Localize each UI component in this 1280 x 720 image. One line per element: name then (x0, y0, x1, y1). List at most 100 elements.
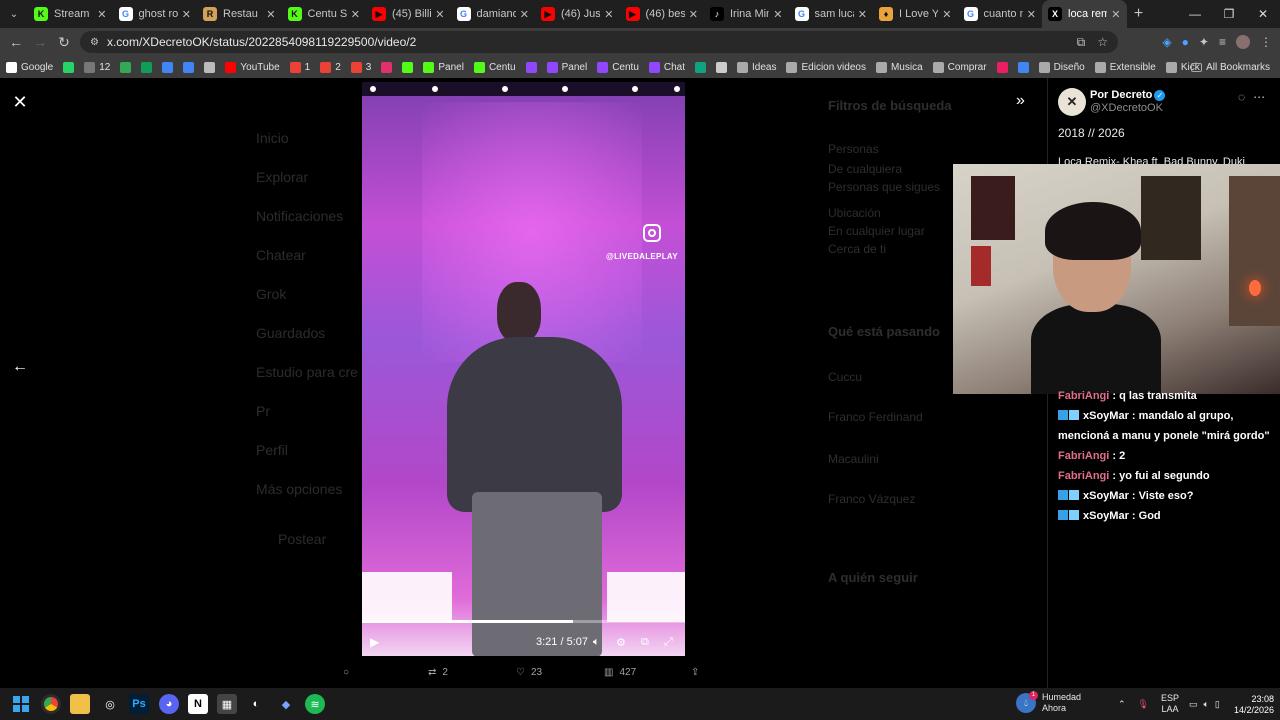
spotify-icon[interactable]: ≋ (305, 694, 325, 714)
author-avatar[interactable]: ✕ (1058, 88, 1086, 116)
bookmark-item[interactable] (141, 61, 156, 73)
play-icon[interactable]: ▶ (370, 635, 379, 649)
bookmark-item[interactable] (120, 61, 135, 73)
close-window-button[interactable]: ✕ (1246, 0, 1280, 28)
mic-icon[interactable]: 🎙︎ (1138, 699, 1149, 710)
profile-avatar[interactable] (1236, 35, 1250, 49)
tab[interactable]: ▶ (46) Justin✕ (535, 0, 620, 28)
grok-icon[interactable]: ◌ (1238, 90, 1245, 104)
tab-close-icon[interactable]: ✕ (1027, 8, 1036, 21)
bookmark-item[interactable]: Google (6, 61, 53, 73)
tab-close-icon[interactable]: ✕ (520, 8, 529, 21)
start-windows-icon[interactable] (11, 694, 31, 714)
bookmark-item[interactable]: Panel (546, 61, 587, 73)
pip-icon[interactable]: ⧉ (641, 636, 649, 649)
app-icon[interactable]: ◐ (246, 694, 266, 714)
menu-kebab-icon[interactable]: ⋮ (1260, 35, 1272, 49)
bookmark-item[interactable]: Extensible (1094, 61, 1156, 73)
volume-icon[interactable]: 🔈︎ (593, 636, 600, 649)
discord-icon[interactable]: ◕ (159, 694, 179, 714)
reply-button[interactable]: ○ (343, 667, 355, 678)
system-clock[interactable]: 23:08 14/2/2026 (1226, 694, 1274, 716)
close-media-button[interactable]: ✕ (10, 92, 30, 112)
tab[interactable]: ▶ (46) beso ✕ (620, 0, 705, 28)
tab[interactable]: Gsam lucas ✕ (789, 0, 874, 28)
extension-icon-1[interactable]: ◈ (1162, 35, 1171, 49)
previous-media-button[interactable]: ← (10, 358, 30, 378)
site-info-icon[interactable]: ⚙ (90, 37, 99, 48)
all-bookmarks-button[interactable]: All Bookmarks (1191, 56, 1270, 78)
bookmark-item[interactable] (381, 61, 396, 73)
bookmark-item[interactable]: Musica (875, 61, 923, 73)
bookmark-item[interactable]: 12 (84, 61, 110, 73)
bookmark-item[interactable]: Panel (423, 61, 464, 73)
bookmark-item[interactable] (204, 61, 219, 73)
bookmark-item[interactable] (63, 61, 78, 73)
tab-close-icon[interactable]: ✕ (182, 8, 191, 21)
bookmark-item[interactable]: Edicion videos (786, 61, 866, 73)
share-button[interactable]: ⇪ (691, 667, 699, 678)
chrome-taskbar-icon[interactable] (41, 694, 61, 714)
bookmark-item[interactable] (402, 61, 417, 73)
tab[interactable]: Gghost roo ✕ (113, 0, 198, 28)
bookmark-item[interactable]: 3 (350, 61, 371, 73)
views-button[interactable]: ▥ 427 (604, 667, 636, 678)
bookmark-item[interactable] (525, 61, 541, 73)
bookmark-item[interactable] (716, 61, 731, 73)
address-bar[interactable]: ⚙ x.com/XDecretoOK/status/20228540981192… (80, 31, 1118, 53)
tab[interactable]: Gdamiano d ✕ (451, 0, 536, 28)
reading-list-icon[interactable]: ≡ (1219, 35, 1226, 49)
tab[interactable]: K Centu Stre ✕ (282, 0, 367, 28)
bookmark-item[interactable]: Comprar (932, 61, 987, 73)
tab-close-icon[interactable]: ✕ (97, 8, 106, 21)
language-indicator[interactable]: ESP LAA (1161, 693, 1179, 715)
tab-close-icon[interactable]: ✕ (942, 8, 951, 21)
tab[interactable]: R Restau ✕ (197, 0, 282, 28)
fullscreen-icon[interactable]: ⤢ (664, 636, 673, 649)
obs-icon[interactable]: ◎ (100, 694, 120, 714)
minimize-button[interactable]: — (1178, 0, 1212, 28)
tab-close-icon[interactable]: ✕ (773, 8, 782, 21)
bookmark-item[interactable]: Ideas (737, 61, 776, 73)
like-button[interactable]: ♡ 23 (516, 667, 542, 678)
weather-widget[interactable]: 💧︎ 1 Humedad Ahora (1016, 691, 1081, 714)
tab[interactable]: K Stream - K ✕ (28, 0, 113, 28)
collapse-panel-button[interactable]: » (1016, 92, 1025, 110)
volume-icon[interactable]: 🔈︎ (1204, 699, 1209, 710)
network-icon[interactable]: ▭ (1189, 699, 1198, 710)
tray-overflow-icon[interactable]: ⌃ (1118, 699, 1126, 710)
bookmark-item[interactable]: Chat (648, 61, 685, 73)
bookmark-item[interactable] (183, 61, 198, 73)
tab-close-icon[interactable]: ✕ (689, 8, 698, 21)
bookmark-item[interactable]: Centu (473, 61, 516, 73)
photoshop-icon[interactable]: Ps (129, 694, 149, 714)
bookmark-item[interactable]: Centu (597, 61, 639, 73)
bookmark-item[interactable] (695, 61, 710, 73)
tab[interactable]: ▶ (45) Billie✕ (366, 0, 451, 28)
new-tab-button[interactable]: + (1127, 5, 1151, 23)
bookmark-star-icon[interactable]: ☆ (1097, 35, 1108, 50)
more-options-icon[interactable]: ⋯ (1253, 90, 1265, 104)
bookmark-item[interactable]: 2 (320, 61, 341, 73)
tab[interactable]: Xloca remi✕ (1042, 0, 1127, 28)
tab[interactable]: ♦ I Love You✕ (873, 0, 958, 28)
calculator-icon[interactable]: ▦ (217, 694, 237, 714)
tab[interactable]: ♪ Irina Mink✕ (704, 0, 789, 28)
tab-search-button[interactable]: ⌄ (0, 0, 28, 28)
back-button[interactable]: ← (4, 34, 28, 50)
repost-button[interactable]: ⇄ 2 (428, 667, 448, 678)
restore-button[interactable]: ❐ (1212, 0, 1246, 28)
app-icon-2[interactable]: ◆ (276, 694, 296, 714)
tab-close-icon[interactable]: ✕ (1111, 8, 1120, 21)
bookmark-item[interactable]: Diseño (1038, 61, 1085, 73)
author-names[interactable]: Por Decreto ✓ @XDecretoOK (1090, 89, 1166, 115)
notion-icon[interactable]: N (188, 694, 208, 714)
tab[interactable]: Gcuanto m ✕ (958, 0, 1043, 28)
bookmark-item[interactable] (1017, 61, 1033, 73)
forward-button[interactable]: → (28, 34, 52, 50)
extensions-puzzle-icon[interactable]: ✦ (1199, 35, 1209, 49)
tab-close-icon[interactable]: ✕ (604, 8, 613, 21)
tab-close-icon[interactable]: ✕ (858, 8, 867, 21)
install-app-icon[interactable]: ⧉ (1077, 35, 1086, 50)
bookmark-item[interactable] (162, 61, 177, 73)
